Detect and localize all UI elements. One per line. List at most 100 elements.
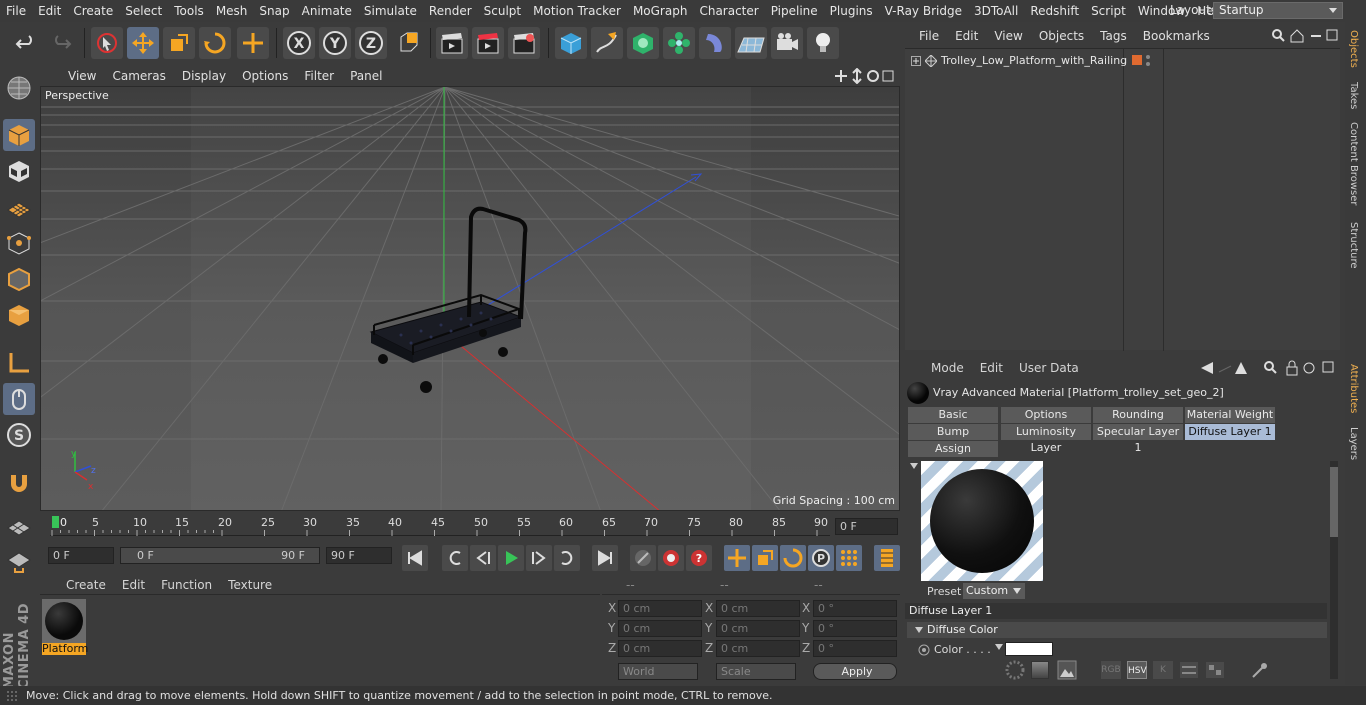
menu-tools[interactable]: Tools [168,4,210,18]
mixer-sliders-icon[interactable] [1179,661,1199,679]
attributes-menu-edit[interactable]: Edit [972,361,1011,375]
tab-objects[interactable]: Objects [1348,30,1359,68]
position-z-field[interactable]: 0 cm [618,640,702,657]
live-select-button[interactable] [91,27,123,59]
tab-takes[interactable]: Takes [1348,82,1359,109]
locked-workplane-button[interactable] [3,545,35,577]
tweak-mode-button[interactable] [3,383,35,415]
expand-icon[interactable] [911,56,921,66]
viewport-menu-cameras[interactable]: Cameras [104,69,173,83]
menu-snap[interactable]: Snap [253,4,295,18]
texture-mode-button[interactable] [3,155,35,187]
viewport-menu-options[interactable]: Options [234,69,296,83]
objects-menu-bookmarks[interactable]: Bookmarks [1135,29,1218,43]
tab-specular-layer-1[interactable]: Specular Layer 1 [1093,424,1183,454]
menu-sculpt[interactable]: Sculpt [478,4,527,18]
layer-color-swatch[interactable] [1132,55,1142,65]
perspective-viewport[interactable]: y z x Perspective Grid Spacing : 100 cm [40,86,900,511]
preset-dropdown[interactable]: Custom [963,583,1025,599]
key-scale-button[interactable] [752,545,778,571]
color-grid-icon[interactable] [1205,661,1225,679]
record-active-button[interactable] [630,545,656,571]
color-swatch[interactable] [1005,642,1053,656]
scale-tool-button[interactable] [163,27,195,59]
objects-menu-edit[interactable]: Edit [947,29,986,43]
autokey-button[interactable] [658,545,684,571]
add-environment-button[interactable] [735,27,767,59]
material-menu-create[interactable]: Create [58,578,114,592]
material-preview-large[interactable] [921,461,1043,581]
menu-simulate[interactable]: Simulate [358,4,423,18]
position-x-field[interactable]: 0 cm [618,600,702,617]
coordinate-system-button[interactable] [393,27,425,59]
material-swatch-platform[interactable]: Platform [42,599,88,655]
add-spline-button[interactable] [591,27,623,59]
menu-3dtoall[interactable]: 3DToAll [968,4,1024,18]
objects-menu-tags[interactable]: Tags [1092,29,1135,43]
menu-mograph[interactable]: MoGraph [627,4,694,18]
tab-basic[interactable]: Basic [908,407,998,423]
size-x-field[interactable]: 0 cm [716,600,800,617]
attributes-menu-mode[interactable]: Mode [923,361,972,375]
menu-file[interactable]: File [0,4,32,18]
attribute-nav-icons[interactable] [1199,360,1339,376]
next-key-button[interactable] [554,545,580,571]
tab-luminosity-layer[interactable]: Luminosity Layer [1001,424,1091,454]
viewport-nav-icons[interactable] [835,68,895,84]
timeline-window-button[interactable] [874,545,900,571]
render-view-button[interactable] [436,27,468,59]
previous-key-button[interactable] [442,545,468,571]
rotation-h-field[interactable]: 0 ° [813,600,897,617]
menu-vray-bridge[interactable]: V-Ray Bridge [879,4,968,18]
keyframe-selection-button[interactable]: ? [686,545,712,571]
go-to-end-button[interactable] [592,545,618,571]
end-frame-field[interactable]: 90 F [326,547,392,564]
diffuse-color-group[interactable]: Diffuse Color [907,622,1327,638]
menu-script[interactable]: Script [1085,4,1132,18]
undo-button[interactable] [10,27,42,59]
tab-layers[interactable]: Layers [1348,427,1359,460]
hsv-mode-button[interactable]: HSV [1127,661,1147,679]
material-menu-texture[interactable]: Texture [220,578,280,592]
menu-motion-tracker[interactable]: Motion Tracker [527,4,627,18]
transform-tool-button[interactable] [237,27,269,59]
rotation-p-field[interactable]: 0 ° [813,620,897,637]
render-settings-button[interactable] [508,27,540,59]
attribute-scrollbar[interactable] [1330,461,1338,679]
rgb-mode-button[interactable]: RGB [1101,661,1121,679]
menu-redshift[interactable]: Redshift [1024,4,1085,18]
add-generator-button[interactable] [627,27,659,59]
play-button[interactable] [498,545,524,571]
make-editable-button[interactable] [3,72,35,104]
material-menu-function[interactable]: Function [153,578,220,592]
menu-select[interactable]: Select [119,4,168,18]
attributes-menu-user-data[interactable]: User Data [1011,361,1087,375]
frame-range-slider[interactable]: 0 F 90 F [120,547,320,564]
z-axis-lock-button[interactable]: Z [355,27,387,59]
redo-button[interactable] [45,27,77,59]
viewport-menu-display[interactable]: Display [174,69,234,83]
add-mograph-button[interactable] [663,27,695,59]
x-axis-lock-button[interactable]: X [283,27,315,59]
solo-mode-button[interactable]: S [3,419,35,451]
add-camera-button[interactable] [771,27,803,59]
model-mode-button[interactable] [3,119,35,151]
polygons-mode-button[interactable] [3,299,35,331]
size-z-field[interactable]: 0 cm [716,640,800,657]
kelvin-mode-button[interactable]: K [1153,661,1173,679]
color-wheel-icon[interactable] [1005,660,1025,680]
next-frame-button[interactable] [526,545,552,571]
object-name[interactable]: Trolley_Low_Platform_with_Railing [941,54,1127,67]
tab-attributes[interactable]: Attributes [1348,364,1359,413]
menu-pipeline[interactable]: Pipeline [765,4,824,18]
rotation-b-field[interactable]: 0 ° [813,640,897,657]
rotate-tool-button[interactable] [199,27,231,59]
timeline-ruler[interactable]: 0 5 10 15 20 25 30 35 40 45 50 55 60 65 … [40,512,900,544]
collapse-arrow-icon[interactable] [910,463,918,469]
layout-select[interactable]: Startup [1213,2,1343,19]
go-to-start-button[interactable] [402,545,428,571]
menu-mesh[interactable]: Mesh [210,4,254,18]
apply-button[interactable]: Apply [813,663,897,680]
workplane-button[interactable] [3,509,35,541]
viewport-menu-panel[interactable]: Panel [342,69,390,83]
